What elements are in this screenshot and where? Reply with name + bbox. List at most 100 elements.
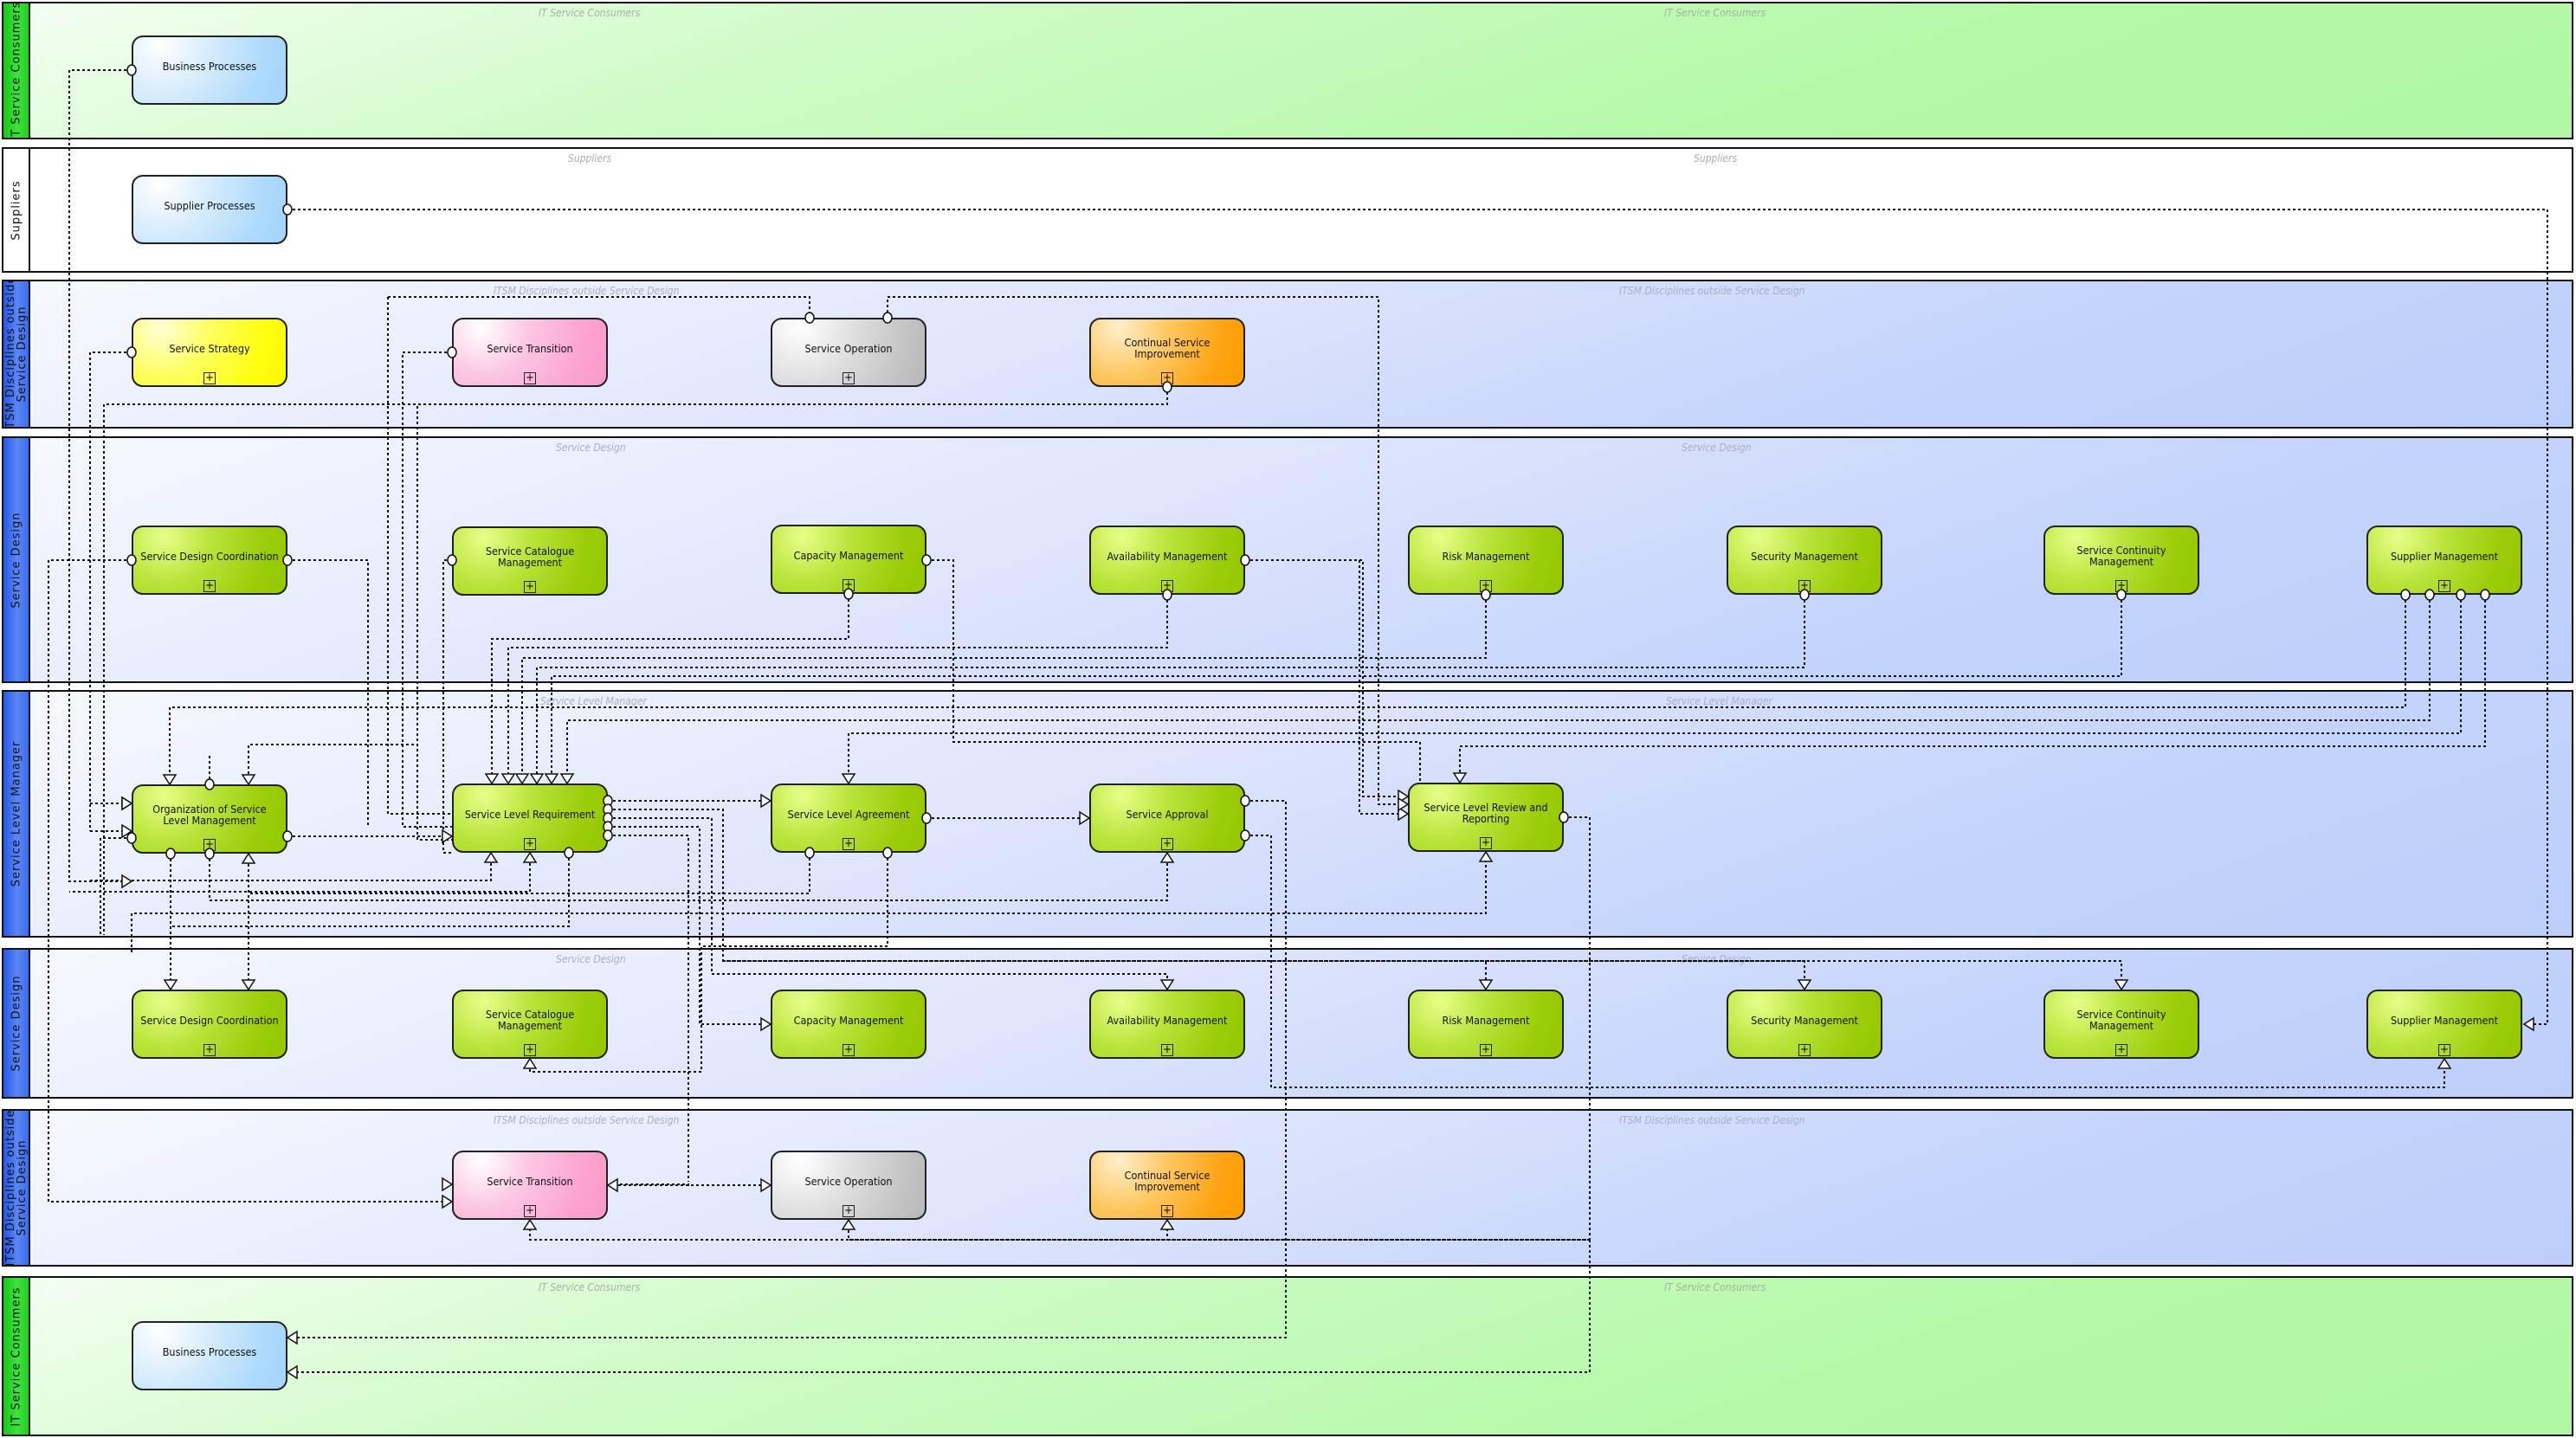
node-supplier-management[interactable]: Supplier Management + — [2366, 526, 2522, 595]
expand-subprocess-icon[interactable]: + — [1161, 1205, 1173, 1217]
node-label: Service Transition — [487, 341, 573, 355]
node-organization-of-service-level-management[interactable]: Organization of Service Level Management… — [132, 784, 287, 854]
expand-subprocess-icon[interactable]: + — [1480, 837, 1492, 849]
lane-header[interactable]: ITSM Disciplines outside Service Design — [3, 281, 30, 427]
lane-title: ITSM Disciplines outside Service Design — [3, 1111, 29, 1265]
node-label: Business Processes — [162, 59, 257, 73]
node-service-transition[interactable]: Service Transition + — [452, 1151, 608, 1220]
node-service-level-agreement[interactable]: Service Level Agreement + — [771, 783, 926, 853]
node-label: Service Operation — [804, 341, 893, 355]
node-risk-management[interactable]: Risk Management + — [1408, 526, 1564, 595]
lane-itsm-outside-design-bottom: ITSM Disciplines outside Service Design … — [2, 1109, 2573, 1267]
node-label: Service Continuity Management — [2076, 544, 2166, 568]
lane-header[interactable]: ITSM Disciplines outside Service Design — [3, 1111, 30, 1265]
lane-header[interactable]: IT Service Consumers — [3, 1278, 30, 1435]
node-label: Security Management — [1751, 1013, 1858, 1027]
lane-watermark: ITSM Disciplines outside Service Design — [494, 1114, 680, 1126]
node-service-strategy[interactable]: Service Strategy + — [132, 318, 287, 387]
lane-watermark: ITSM Disciplines outside Service Design — [1619, 1114, 1805, 1126]
node-risk-management[interactable]: Risk Management + — [1408, 990, 1564, 1059]
node-label: Supplier Management — [2390, 1013, 2498, 1027]
expand-subprocess-icon[interactable]: + — [2438, 580, 2450, 592]
node-service-design-coordination[interactable]: Service Design Coordination + — [132, 990, 287, 1059]
node-continual-service-improvement[interactable]: Continual Service Improvement + — [1089, 318, 1245, 387]
node-service-catalogue-management[interactable]: Service Catalogue Management + — [452, 990, 608, 1059]
node-service-continuity-management[interactable]: Service Continuity Management + — [2043, 526, 2199, 595]
lane-watermark: Service Design — [1682, 442, 1752, 454]
node-service-operation[interactable]: Service Operation + — [771, 1151, 926, 1220]
node-service-level-requirement[interactable]: Service Level Requirement + — [452, 783, 608, 853]
lane-title: IT Service Consumers — [10, 3, 23, 138]
expand-subprocess-icon[interactable]: + — [1798, 1044, 1811, 1056]
node-service-continuity-management[interactable]: Service Continuity Management + — [2043, 990, 2199, 1059]
expand-subprocess-icon[interactable]: + — [1161, 1044, 1173, 1056]
node-availability-management[interactable]: Availability Management + — [1089, 526, 1245, 595]
node-security-management[interactable]: Security Management + — [1727, 990, 1882, 1059]
expand-subprocess-icon[interactable]: + — [203, 372, 216, 384]
expand-subprocess-icon[interactable]: + — [2115, 1044, 2127, 1056]
node-service-transition[interactable]: Service Transition + — [452, 318, 608, 387]
lane-title: Service Level Manager — [10, 740, 23, 887]
expand-subprocess-icon[interactable]: + — [524, 372, 536, 384]
expand-subprocess-icon[interactable]: + — [1161, 580, 1173, 592]
node-business-processes[interactable]: Business Processes — [132, 35, 287, 105]
lane-header[interactable]: Service Design — [3, 950, 30, 1097]
expand-subprocess-icon[interactable]: + — [203, 1044, 216, 1056]
node-capacity-management[interactable]: Capacity Management + — [771, 525, 926, 594]
node-label: Continual Service Improvement — [1124, 336, 1211, 360]
expand-subprocess-icon[interactable]: + — [524, 1205, 536, 1217]
expand-subprocess-icon[interactable]: + — [843, 1205, 855, 1217]
node-label: Organization of Service Level Management — [152, 803, 267, 827]
node-continual-service-improvement[interactable]: Continual Service Improvement + — [1089, 1151, 1245, 1220]
node-availability-management[interactable]: Availability Management + — [1089, 990, 1245, 1059]
expand-subprocess-icon[interactable]: + — [524, 1044, 536, 1056]
node-business-processes[interactable]: Business Processes — [132, 1321, 287, 1390]
node-label: Supplier Management — [2390, 549, 2498, 563]
lane-title: Service Design — [10, 975, 23, 1072]
node-label: Service Level Requirement — [464, 807, 596, 821]
node-service-operation[interactable]: Service Operation + — [771, 318, 926, 387]
lane-watermark: Suppliers — [568, 152, 612, 164]
expand-subprocess-icon[interactable]: + — [2438, 1044, 2450, 1056]
node-label: Service Level Review and Reporting — [1424, 801, 1548, 825]
node-label: Service Approval — [1126, 807, 1209, 821]
lane-header[interactable]: Service Level Manager — [3, 692, 30, 936]
node-label: Risk Management — [1442, 1013, 1530, 1027]
lane-it-service-consumers-top: IT Service Consumers IT Service Consumer… — [2, 2, 2573, 139]
expand-subprocess-icon[interactable]: + — [1480, 1044, 1492, 1056]
node-supplier-management[interactable]: Supplier Management + — [2366, 990, 2522, 1059]
node-service-approval[interactable]: Service Approval + — [1089, 783, 1245, 853]
expand-subprocess-icon[interactable]: + — [843, 372, 855, 384]
lane-it-service-consumers-bottom: IT Service Consumers IT Service Consumer… — [2, 1276, 2573, 1436]
expand-subprocess-icon[interactable]: + — [843, 1044, 855, 1056]
lane-watermark: IT Service Consumers — [539, 7, 641, 19]
expand-subprocess-icon[interactable]: + — [524, 581, 536, 593]
expand-subprocess-icon[interactable]: + — [843, 838, 855, 850]
node-label: Supplier Processes — [164, 198, 255, 212]
expand-subprocess-icon[interactable]: + — [1798, 580, 1811, 592]
node-service-level-review-and-reporting[interactable]: Service Level Review and Reporting + — [1408, 783, 1564, 852]
expand-subprocess-icon[interactable]: + — [524, 838, 536, 850]
node-service-design-coordination[interactable]: Service Design Coordination + — [132, 526, 287, 595]
expand-subprocess-icon[interactable]: + — [1161, 838, 1173, 850]
expand-subprocess-icon[interactable]: + — [203, 580, 216, 592]
lane-header[interactable]: IT Service Consumers — [3, 3, 30, 138]
node-service-catalogue-management[interactable]: Service Catalogue Management + — [452, 526, 608, 596]
expand-subprocess-icon[interactable]: + — [1480, 580, 1492, 592]
lane-watermark: Service Design — [556, 953, 626, 965]
expand-subprocess-icon[interactable]: + — [203, 839, 216, 851]
lane-header[interactable]: Suppliers — [3, 149, 30, 271]
node-label: Service Level Agreement — [787, 807, 910, 821]
lane-suppliers: Suppliers Suppliers Suppliers — [2, 147, 2573, 273]
node-security-management[interactable]: Security Management + — [1727, 526, 1882, 595]
node-label: Availability Management — [1107, 1013, 1228, 1027]
expand-subprocess-icon[interactable]: + — [2115, 580, 2127, 592]
node-supplier-processes[interactable]: Supplier Processes — [132, 175, 287, 244]
node-capacity-management[interactable]: Capacity Management + — [771, 990, 926, 1059]
node-label: Availability Management — [1107, 549, 1228, 563]
node-label: Service Strategy — [169, 341, 250, 355]
lane-header[interactable]: Service Design — [3, 438, 30, 681]
lane-watermark: IT Service Consumers — [1664, 1281, 1766, 1293]
expand-subprocess-icon[interactable]: + — [843, 579, 855, 591]
expand-subprocess-icon[interactable]: + — [1161, 372, 1173, 384]
